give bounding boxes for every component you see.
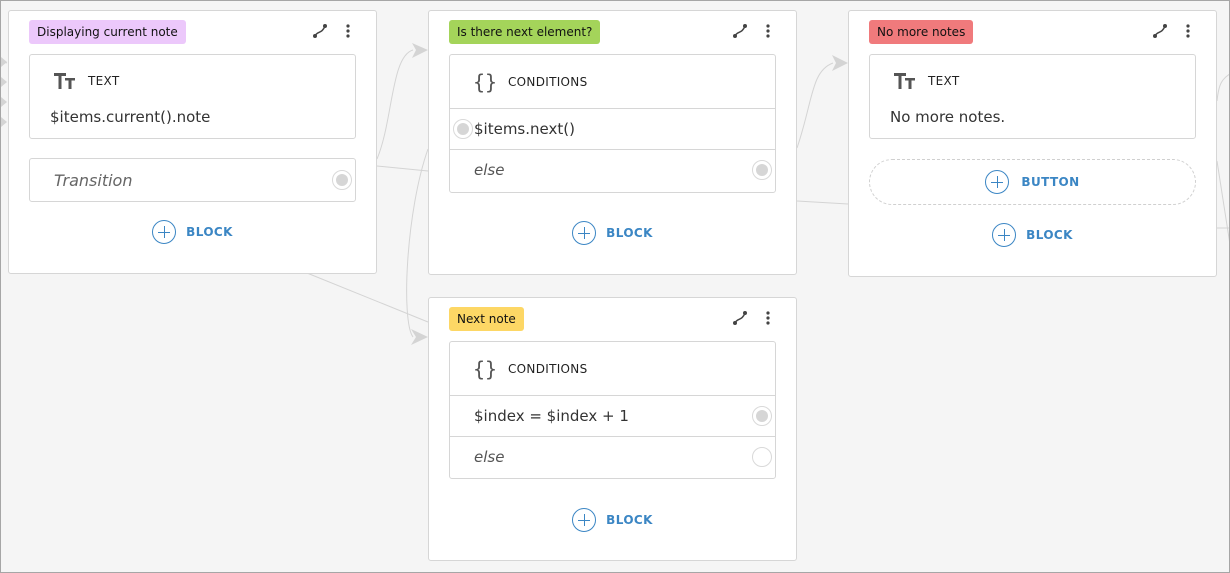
plus-circle-icon xyxy=(992,223,1017,247)
else-label: else xyxy=(474,448,505,466)
wire-card3-right-2 xyxy=(1216,160,1229,242)
more-options-icon[interactable] xyxy=(340,23,356,39)
plus-circle-icon xyxy=(572,221,597,245)
wire-card1-bottom-to-card4 xyxy=(306,272,429,323)
add-block-label: BLOCK xyxy=(606,513,653,527)
connect-path-icon[interactable] xyxy=(732,23,748,39)
else-row[interactable]: else xyxy=(450,436,775,477)
block-header: TEXT xyxy=(30,55,355,107)
node-no-more-notes[interactable]: No more notes TEXT No more notes. BUTTON… xyxy=(848,10,1217,277)
more-options-icon[interactable] xyxy=(760,310,776,326)
wire-card1-to-card2 xyxy=(376,49,414,160)
block-header: TEXT xyxy=(870,55,1195,107)
node-tag[interactable]: No more notes xyxy=(869,20,974,44)
transition-label: Transition xyxy=(54,170,133,190)
more-options-icon[interactable] xyxy=(1180,23,1196,39)
block-type-label: TEXT xyxy=(88,74,120,88)
wire-card3-right-1 xyxy=(1216,73,1229,102)
wire-card2-to-card3 xyxy=(796,62,834,149)
add-block-button[interactable]: BLOCK xyxy=(429,221,796,245)
arrow-head-card4 xyxy=(411,329,428,345)
else-port[interactable] xyxy=(752,447,772,467)
add-button-label: BUTTON xyxy=(1021,175,1080,189)
condition-expression: $items.next() xyxy=(474,120,575,138)
condition-row[interactable]: $index = $index + 1 xyxy=(450,395,775,436)
node-tag[interactable]: Displaying current note xyxy=(29,20,186,44)
wire-incoming-1 xyxy=(1,60,8,64)
braces-icon: {} xyxy=(472,356,498,381)
text-block[interactable]: TEXT No more notes. xyxy=(869,54,1196,139)
else-port[interactable] xyxy=(752,160,772,180)
arrow-head-in-2 xyxy=(1,77,7,87)
block-text-content[interactable]: $items.current().note xyxy=(30,107,355,139)
condition-expression: $index = $index + 1 xyxy=(474,407,629,425)
block-header: {} CONDITIONS xyxy=(450,55,775,108)
plus-circle-icon xyxy=(985,170,1010,194)
add-block-label: BLOCK xyxy=(186,225,233,239)
node-toolbar xyxy=(1152,23,1196,39)
else-label: else xyxy=(474,161,505,179)
node-is-there-next-element[interactable]: Is there next element? {} CONDITIONS $it… xyxy=(428,10,797,275)
else-row[interactable]: else xyxy=(450,149,775,190)
add-block-label: BLOCK xyxy=(606,226,653,240)
add-block-button[interactable]: BLOCK xyxy=(429,508,796,532)
block-header: {} CONDITIONS xyxy=(450,342,775,395)
plus-circle-icon xyxy=(572,508,597,532)
block-type-label: TEXT xyxy=(928,74,960,88)
node-toolbar xyxy=(732,310,776,326)
node-toolbar xyxy=(732,23,776,39)
conditions-block[interactable]: {} CONDITIONS $index = $index + 1 else xyxy=(449,341,776,479)
add-block-button[interactable]: BLOCK xyxy=(9,220,376,244)
arrow-head-in-4 xyxy=(1,117,7,127)
wire-card1-horizontal xyxy=(376,165,429,172)
block-type-label: CONDITIONS xyxy=(508,74,588,89)
connect-path-icon[interactable] xyxy=(732,310,748,326)
add-block-label: BLOCK xyxy=(1026,228,1073,242)
arrow-head-in-1 xyxy=(1,57,7,67)
connect-path-icon[interactable] xyxy=(1152,23,1168,39)
condition-row[interactable]: $items.next() xyxy=(450,108,775,149)
braces-icon: {} xyxy=(472,69,498,94)
node-tag[interactable]: Is there next element? xyxy=(449,20,601,44)
more-options-icon[interactable] xyxy=(760,23,776,39)
node-toolbar xyxy=(312,23,356,39)
block-text-content[interactable]: No more notes. xyxy=(870,107,1195,139)
transition-row[interactable]: Transition xyxy=(29,158,356,202)
connect-path-icon[interactable] xyxy=(312,23,328,39)
conditions-block[interactable]: {} CONDITIONS $items.next() else xyxy=(449,54,776,193)
transition-port[interactable] xyxy=(332,170,352,190)
plus-circle-icon xyxy=(152,220,177,244)
wire-card2-horizontal xyxy=(796,200,849,205)
node-tag[interactable]: Next note xyxy=(449,307,524,331)
block-type-label: CONDITIONS xyxy=(508,361,588,376)
wire-card2-to-card4 xyxy=(406,148,429,338)
text-size-icon xyxy=(54,70,76,92)
arrow-head-card2 xyxy=(412,43,428,58)
condition-port[interactable] xyxy=(453,119,473,139)
condition-port[interactable] xyxy=(752,406,772,426)
text-block[interactable]: TEXT $items.current().note xyxy=(29,54,356,139)
add-block-button[interactable]: BLOCK xyxy=(849,223,1216,247)
arrow-head-in-3 xyxy=(1,97,7,107)
node-displaying-current-note[interactable]: Displaying current note TEXT $items.curr… xyxy=(8,10,377,274)
arrow-head-card3 xyxy=(832,55,848,71)
text-size-icon xyxy=(894,70,916,92)
flow-canvas[interactable]: Displaying current note TEXT $items.curr… xyxy=(0,0,1230,573)
add-button-button[interactable]: BUTTON xyxy=(869,159,1196,205)
node-next-note[interactable]: Next note {} CONDITIONS $index = $index … xyxy=(428,297,797,561)
